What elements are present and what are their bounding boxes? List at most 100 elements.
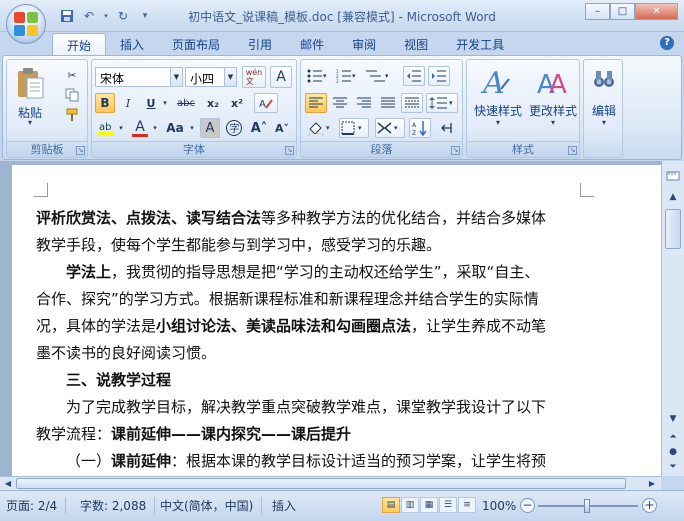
change-case-button[interactable]: Aa (162, 118, 188, 138)
binoculars-icon[interactable] (592, 66, 616, 92)
word-count[interactable]: 字数: 2,088 (80, 497, 156, 515)
tab-review[interactable]: 审阅 (338, 33, 390, 55)
horizontal-scrollbar[interactable]: ◀ ▶ (0, 476, 661, 490)
quick-styles-icon[interactable]: A (477, 64, 517, 100)
font-launcher-icon[interactable]: ↘ (285, 146, 294, 155)
copy-icon[interactable] (63, 86, 81, 104)
subscript-button[interactable]: x₂ (202, 93, 224, 113)
maximize-button[interactable]: □ (610, 3, 635, 20)
tab-references[interactable]: 引用 (234, 33, 286, 55)
outline-view-icon[interactable]: ☰ (439, 497, 457, 513)
document-line[interactable]: 合作、探究”的学习方式。根据新课程标准和新课程理念并结合学生的实际情 (36, 286, 586, 313)
underline-button[interactable]: U (141, 93, 161, 113)
character-shading-icon[interactable]: A (200, 118, 220, 138)
font-size-dropdown-icon[interactable]: ▼ (224, 68, 236, 86)
format-painter-icon[interactable] (63, 106, 81, 124)
document-line[interactable]: 为了完成教学目标，解决教学重点突破教学难点，课堂教学我设计了以下 (36, 394, 586, 421)
tab-page-layout[interactable]: 页面布局 (158, 33, 234, 55)
font-size-combo[interactable]: 小四 ▼ (185, 67, 237, 87)
bullets-icon[interactable]: ▾ (305, 66, 331, 86)
document-line[interactable]: 况，具体的学法是小组讨论法、美读品味法和勾画圈点法，让学生养成不动笔 (36, 313, 586, 340)
bold-button[interactable]: B (95, 93, 115, 113)
help-icon[interactable]: ? (660, 36, 674, 50)
tab-home[interactable]: 开始 (52, 33, 107, 55)
view-ruler-icon[interactable] (665, 169, 681, 185)
decrease-indent-icon[interactable] (403, 66, 425, 86)
clipboard-launcher-icon[interactable]: ↘ (76, 146, 85, 155)
phonetic-guide-button[interactable]: wén 文 (242, 66, 266, 88)
shading-icon[interactable]: ▾ (305, 118, 335, 138)
document-line[interactable]: 教学手段，使每个学生都能参与到学习中，感受学习的乐趣。 (36, 232, 586, 259)
document-line[interactable]: 教学流程：课前延伸——课内探究——课后提升 (36, 421, 586, 448)
next-page-icon[interactable]: ⏷ (665, 459, 681, 475)
document-text[interactable]: 评析欣赏法、点拨法、读写结合法等多种教学方法的优化结合，并结合多媒体 教学手段，使… (36, 205, 586, 475)
multilevel-list-icon[interactable]: ▾ (363, 66, 393, 86)
paste-dropdown-icon[interactable]: ▾ (9, 118, 51, 127)
increase-indent-icon[interactable] (428, 66, 450, 86)
document-line[interactable]: （一）课前延伸：根据本课的教学目标设计适当的预习学案，让学生将预 (36, 448, 586, 475)
font-color-dropdown-icon[interactable]: ▾ (151, 118, 159, 138)
change-styles-button[interactable]: 更改样式 (525, 102, 581, 119)
document-line[interactable]: 墨不读书的良好阅读习惯。 (36, 340, 586, 367)
zoom-level[interactable]: 100% (482, 497, 524, 515)
minimize-button[interactable]: – (585, 3, 610, 20)
draft-view-icon[interactable]: ≡ (458, 497, 476, 513)
font-name-combo[interactable]: 宋体 ▼ (95, 67, 183, 87)
shrink-font-button[interactable]: A˅ (271, 118, 293, 138)
borders-icon[interactable]: ▾ (339, 118, 369, 138)
align-center-icon[interactable] (329, 93, 351, 113)
change-styles-dropdown-icon[interactable]: ▾ (525, 118, 581, 127)
justify-icon[interactable] (377, 93, 399, 113)
scroll-right-icon[interactable]: ▶ (645, 477, 659, 490)
horizontal-scroll-thumb[interactable] (16, 478, 626, 489)
grow-font-button[interactable]: A˄ (248, 118, 270, 138)
tab-mailings[interactable]: 邮件 (286, 33, 338, 55)
tab-view[interactable]: 视图 (390, 33, 442, 55)
paragraph-launcher-icon[interactable]: ↘ (451, 146, 460, 155)
scroll-left-icon[interactable]: ◀ (1, 477, 15, 490)
quick-styles-button[interactable]: 快速样式 (469, 102, 527, 119)
numbering-icon[interactable]: 1 2 3 ▾ (334, 66, 360, 86)
vertical-scrollbar[interactable]: ▲ ▼ ⏶ ● ⏷ (661, 161, 684, 476)
close-button[interactable]: ✕ (635, 3, 678, 20)
clear-formatting-icon[interactable]: A (254, 93, 278, 113)
zoom-in-icon[interactable]: + (642, 498, 657, 513)
strikethrough-button[interactable]: abc (172, 93, 200, 113)
page-indicator[interactable]: 页面: 2/4 (6, 497, 67, 515)
editing-dropdown-icon[interactable]: ▾ (584, 118, 624, 127)
document-page[interactable]: 评析欣赏法、点拨法、读写结合法等多种教学方法的优化结合，并结合多媒体 教学手段，使… (12, 165, 661, 476)
zoom-out-icon[interactable]: − (520, 498, 535, 513)
highlight-dropdown-icon[interactable]: ▾ (117, 118, 125, 138)
document-line[interactable]: 评析欣赏法、点拨法、读写结合法等多种教学方法的优化结合，并结合多媒体 (36, 205, 586, 232)
scroll-down-icon[interactable]: ▼ (665, 411, 681, 427)
align-right-icon[interactable] (353, 93, 375, 113)
cut-icon[interactable]: ✂ (63, 66, 81, 84)
tab-insert[interactable]: 插入 (106, 33, 158, 55)
character-border-button[interactable]: A (270, 66, 292, 88)
sort-icon[interactable]: AZ (409, 118, 431, 138)
tab-developer[interactable]: 开发工具 (442, 33, 518, 55)
enclose-characters-icon[interactable]: 字 (223, 118, 245, 138)
change-case-dropdown-icon[interactable]: ▾ (188, 118, 196, 138)
zoom-slider-thumb[interactable] (584, 499, 590, 513)
print-layout-view-icon[interactable]: ▤ (382, 497, 400, 513)
editing-button[interactable]: 编辑 (584, 102, 624, 119)
distributed-icon[interactable] (401, 93, 423, 113)
vertical-scroll-thumb[interactable] (665, 209, 681, 249)
superscript-button[interactable]: x² (226, 93, 248, 113)
highlight-icon[interactable]: ab (95, 118, 117, 138)
full-screen-reading-view-icon[interactable]: ▥ (401, 497, 419, 513)
show-marks-icon[interactable] (435, 118, 457, 138)
language-indicator[interactable]: 中文(简体，中国) (160, 497, 263, 515)
italic-button[interactable]: I (118, 93, 138, 113)
underline-dropdown-icon[interactable]: ▾ (161, 93, 169, 113)
previous-page-icon[interactable]: ⏶ (665, 429, 681, 445)
office-button[interactable] (6, 4, 46, 44)
paste-icon[interactable] (13, 64, 47, 102)
web-layout-view-icon[interactable]: ▦ (420, 497, 438, 513)
styles-launcher-icon[interactable]: ↘ (568, 146, 577, 155)
font-name-dropdown-icon[interactable]: ▼ (170, 68, 182, 86)
line-spacing-icon[interactable]: ▾ (426, 93, 458, 113)
scroll-up-icon[interactable]: ▲ (665, 189, 681, 205)
chinese-layout-icon[interactable]: ▾ (375, 118, 405, 138)
